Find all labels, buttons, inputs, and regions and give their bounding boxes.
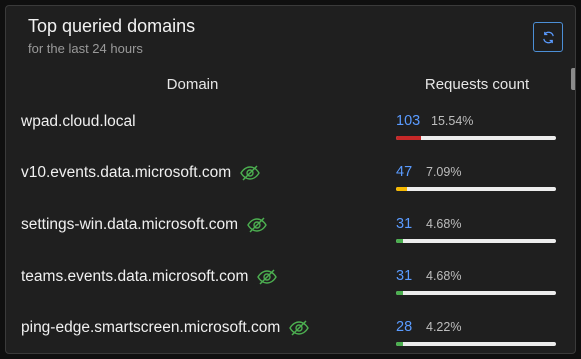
- request-percent: 4.22%: [426, 320, 462, 334]
- table-row[interactable]: wpad.cloud.local 103 15.54%: [6, 113, 566, 165]
- refresh-button[interactable]: [533, 22, 563, 52]
- request-percent: 7.09%: [426, 165, 462, 179]
- percent-bar: [396, 239, 556, 243]
- request-count[interactable]: 47: [396, 164, 412, 180]
- domain-cell[interactable]: settings-win.data.microsoft.com: [21, 216, 268, 234]
- eye-off-icon[interactable]: [246, 216, 268, 234]
- request-count[interactable]: 28: [396, 319, 412, 335]
- percent-bar-fill: [396, 136, 421, 140]
- column-header-domain[interactable]: Domain: [6, 76, 379, 93]
- request-percent: 4.68%: [426, 269, 462, 283]
- domain-cell[interactable]: wpad.cloud.local: [21, 113, 136, 131]
- column-header-requests-count[interactable]: Requests count: [401, 76, 553, 93]
- percent-bar: [396, 291, 556, 295]
- table-row[interactable]: teams.events.data.microsoft.com 31 4.68%: [6, 268, 566, 320]
- eye-off-icon[interactable]: [239, 164, 261, 182]
- table-row[interactable]: settings-win.data.microsoft.com 31 4.68%: [6, 216, 566, 268]
- domain-name: settings-win.data.microsoft.com: [21, 216, 239, 233]
- request-percent: 15.54%: [431, 114, 474, 128]
- domain-name: wpad.cloud.local: [21, 113, 136, 130]
- request-count[interactable]: 103: [396, 113, 420, 129]
- eye-off-icon[interactable]: [288, 319, 310, 337]
- top-queried-domains-widget: Top queried domains for the last 24 hour…: [5, 5, 576, 354]
- domain-cell[interactable]: teams.events.data.microsoft.com: [21, 268, 278, 286]
- percent-bar: [396, 342, 556, 346]
- domain-name: teams.events.data.microsoft.com: [21, 268, 249, 285]
- percent-bar: [396, 187, 556, 191]
- table-row[interactable]: v10.events.data.microsoft.com 47 7.09%: [6, 164, 566, 216]
- domain-cell[interactable]: v10.events.data.microsoft.com: [21, 164, 261, 182]
- percent-bar-fill: [396, 342, 403, 346]
- percent-bar: [396, 136, 556, 140]
- percent-bar-fill: [396, 187, 408, 191]
- domain-name: v10.events.data.microsoft.com: [21, 164, 232, 181]
- request-count[interactable]: 31: [396, 268, 412, 284]
- scrollbar-thumb[interactable]: [571, 68, 575, 90]
- percent-bar-fill: [396, 291, 404, 295]
- eye-off-icon[interactable]: [256, 268, 278, 286]
- widget-subtitle: for the last 24 hours: [28, 41, 143, 56]
- refresh-icon: [542, 31, 554, 43]
- domain-cell[interactable]: ping-edge.smartscreen.microsoft.com: [21, 319, 310, 337]
- request-percent: 4.68%: [426, 217, 462, 231]
- table-row[interactable]: ping-edge.smartscreen.microsoft.com 28 4.2…: [6, 319, 566, 353]
- percent-bar-fill: [396, 239, 404, 243]
- widget-title: Top queried domains: [28, 16, 196, 36]
- domain-name: ping-edge.smartscreen.microsoft.com: [21, 319, 281, 336]
- request-count[interactable]: 31: [396, 216, 412, 232]
